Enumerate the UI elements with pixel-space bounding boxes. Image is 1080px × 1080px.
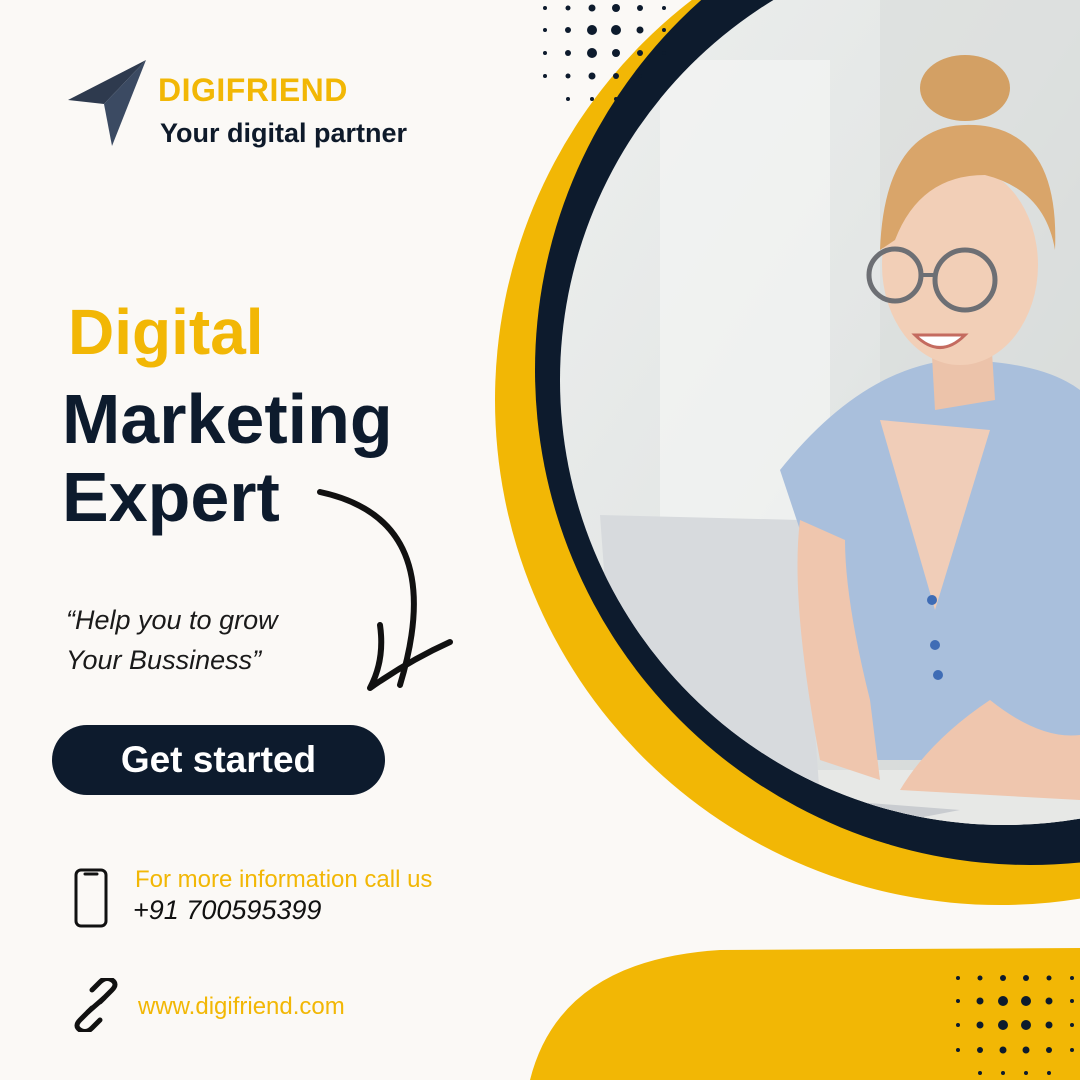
paper-plane-icon	[68, 60, 146, 146]
headline-line-2: Marketing	[62, 380, 393, 458]
link-icon	[74, 978, 118, 1032]
quote-line-2: Your Bussiness”	[66, 645, 262, 675]
contact-phone-number[interactable]: +91 700595399	[133, 895, 321, 926]
get-started-button[interactable]: Get started	[52, 725, 385, 795]
promo-banner: DIGIFRIEND Your digital partner Digital …	[0, 0, 1080, 1080]
brand-name: DIGIFRIEND	[158, 72, 348, 108]
headline-line-3: Expert	[62, 458, 280, 536]
phone-icon	[74, 868, 108, 928]
tagline-quote: “Help you to grow Your Bussiness”	[66, 600, 278, 680]
headline-line-1: Digital	[68, 296, 264, 368]
curved-arrow-icon	[317, 489, 453, 691]
website-link[interactable]: www.digifriend.com	[138, 993, 345, 1021]
brand-tagline: Your digital partner	[160, 118, 408, 148]
contact-label: For more information call us	[135, 866, 433, 893]
yellow-corner-blob	[530, 948, 1080, 1080]
quote-line-1: “Help you to grow	[66, 605, 278, 635]
